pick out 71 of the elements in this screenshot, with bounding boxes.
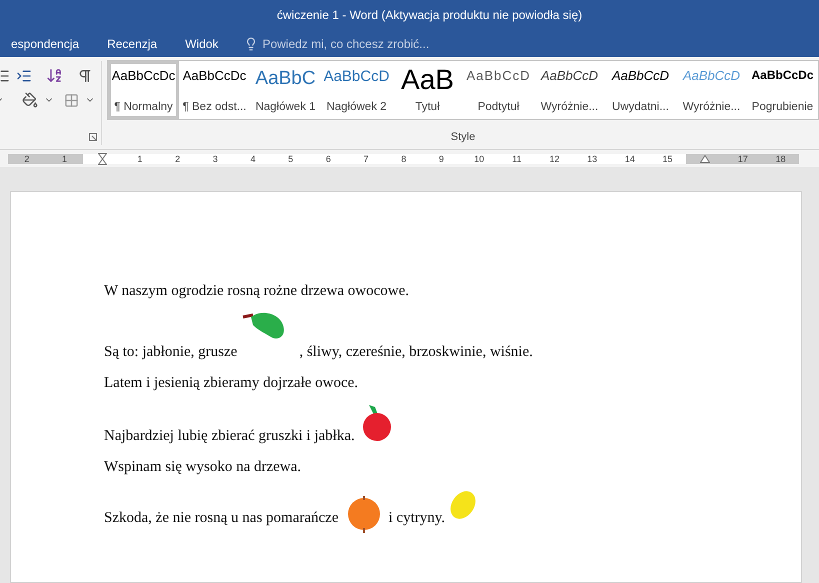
ribbon-tab[interactable]: Widok [171, 30, 232, 57]
paragraph-text: Najbardziej lubię zbierać gruszki i jabłka. [104, 427, 355, 446]
right-indent-marker-icon[interactable] [700, 154, 710, 162]
paragraph-text: Wspinam się wysoko na drzewa. [104, 458, 302, 477]
group-label: Style [450, 131, 476, 143]
style-item[interactable]: AaB Tytuł [392, 61, 463, 119]
ruler-number: 7 [364, 154, 369, 164]
paint-bucket-icon[interactable] [22, 92, 38, 108]
ruler-number: 9 [438, 154, 444, 164]
style-label: Uwydatni... [612, 101, 669, 113]
style-item[interactable]: AaBbCcD Podtytuł [463, 61, 534, 119]
ruler-number: 13 [587, 154, 598, 164]
paragraph-text: Są to: jabłonie, grusze [104, 343, 238, 362]
window-title: ćwiczenie 1 - Word (Aktywacja produktu nie powiodła się) [276, 8, 582, 22]
ruler-number: 15 [662, 154, 673, 164]
dialog-launcher-icon[interactable] [89, 133, 97, 141]
style-item[interactable]: AaBbCcD Nagłówek 2 [321, 61, 392, 119]
style-preview: AaBbCcDc [182, 68, 246, 83]
ruler-number: 1 [137, 154, 142, 164]
style-label: Nagłówek 2 [326, 101, 387, 113]
style-preview: AaB [401, 68, 454, 92]
style-label: Podtytuł [478, 101, 520, 113]
paragraph-text: , śliwy, czereśnie, brzoskwinie, wiśnie. [299, 343, 533, 362]
style-label: Pogrubienie [752, 101, 814, 113]
ruler-number: 2 [24, 154, 30, 164]
style-preview: AaBbCcD [466, 68, 531, 83]
style-preview: AaBbCcDc [112, 68, 176, 83]
style-item[interactable]: AaBbCcD Uwydatni... [605, 61, 676, 119]
style-item[interactable]: AaBbCcDc ¶ Bez odst... [179, 61, 250, 119]
style-item[interactable]: AaBbCcD Wyróżnie... [534, 61, 605, 119]
sort-icon[interactable] [46, 67, 63, 84]
tell-me-field[interactable]: Powiedz mi, co chcesz zrobić... [232, 36, 430, 50]
grid-icon[interactable] [64, 92, 79, 108]
style-preview: AaBbCcD [682, 68, 740, 83]
style-preview: AaBbCcD [612, 68, 670, 83]
pilcrow-icon[interactable] [77, 68, 93, 84]
indent-marker-icon[interactable] [98, 152, 107, 164]
paragraph-text: Latem i jesienią zbieramy dojrzałe owoce. [104, 374, 358, 393]
style-item[interactable]: AaBbC Nagłówek 1 [250, 61, 321, 119]
style-label: ¶ Normalny [114, 101, 173, 113]
ruler-number: 11 [512, 154, 522, 164]
ruler-number: 1 [62, 154, 68, 164]
ruler-number: 2 [175, 154, 180, 164]
style-item[interactable]: AaBbCcDc ¶ Normalny [108, 61, 179, 119]
paragraph-text: i cytryny. [388, 509, 446, 528]
ruler-number: 10 [474, 154, 484, 164]
ruler-number: 14 [624, 154, 635, 164]
style-preview: AaBbCcD [540, 68, 598, 83]
ruler-number: 3 [212, 154, 218, 164]
style-item[interactable]: AaBbCcD Wyróżnie... [676, 61, 747, 119]
ruler-number: 4 [250, 154, 256, 164]
ruler-number: 5 [288, 154, 294, 164]
ribbon-tab[interactable]: Recenzja [93, 30, 172, 57]
ruler-number: 8 [401, 154, 406, 164]
style-label: ¶ Bez odst... [182, 101, 246, 113]
style-label: Tytuł [415, 101, 440, 113]
style-preview: AaBbCcD [324, 68, 389, 85]
style-preview: AaBbCcDc [751, 68, 814, 82]
ruler-number: 18 [776, 154, 786, 164]
style-label: Wyróżnie... [682, 101, 740, 113]
style-preview: AaBbC [255, 68, 316, 90]
indent-increase-icon[interactable] [16, 68, 32, 84]
ruler-number: 6 [326, 154, 331, 164]
style-item[interactable]: AaBbCcDc Pogrubienie [747, 61, 818, 119]
paragraph-text: Szkoda, że nie rosną u nas pomarańcze [104, 509, 338, 528]
ruler-number: 17 [738, 154, 748, 164]
ribbon-tab[interactable]: espondencja [0, 30, 94, 57]
paragraph-text: W naszym ogrodzie rosną rożne drzewa owocowe. [104, 282, 410, 301]
ruler-number: 12 [549, 154, 560, 164]
style-label: Wyróżnie... [540, 101, 598, 113]
style-label: Nagłówek 1 [255, 101, 316, 113]
